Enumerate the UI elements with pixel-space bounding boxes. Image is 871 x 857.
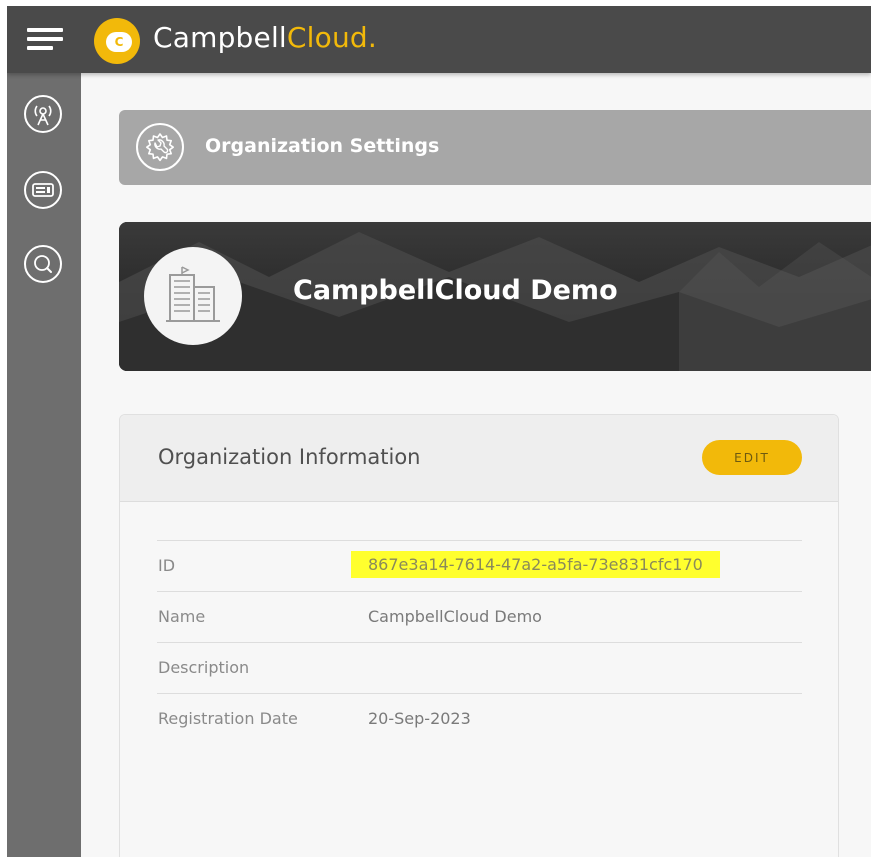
datalogger-icon[interactable] bbox=[24, 171, 62, 209]
org-info-card: Organization Information EDIT ID 867e3a1… bbox=[119, 414, 839, 857]
section-title: Organization Settings bbox=[205, 135, 440, 157]
top-bar: C CampbellCloud. bbox=[7, 6, 871, 73]
org-hero-banner: CampbellCloud Demo bbox=[119, 222, 871, 371]
table-row: Name CampbellCloud Demo bbox=[157, 591, 802, 643]
table-row: Description bbox=[157, 642, 802, 694]
field-value-registration-date: 20-Sep-2023 bbox=[368, 709, 471, 728]
main-content: Organization Settings CampbellCloud Demo… bbox=[81, 73, 871, 857]
brand-accent: Cloud bbox=[286, 21, 368, 54]
table-row: ID 867e3a14-7614-47a2-a5fa-73e831cfc170 bbox=[157, 540, 802, 592]
search-icon[interactable] bbox=[24, 245, 62, 283]
app-window: C CampbellCloud. Organization Settings C… bbox=[7, 6, 871, 857]
field-value-id: 867e3a14-7614-47a2-a5fa-73e831cfc170 bbox=[351, 551, 720, 578]
card-title: Organization Information bbox=[158, 445, 421, 469]
field-label: Name bbox=[158, 607, 206, 626]
field-value-name: CampbellCloud Demo bbox=[368, 607, 542, 626]
campbell-logo-icon[interactable]: C bbox=[94, 18, 140, 64]
hamburger-icon[interactable] bbox=[27, 28, 63, 50]
gear-wrench-icon bbox=[135, 122, 185, 172]
edit-button[interactable]: EDIT bbox=[702, 440, 802, 475]
field-label: Description bbox=[158, 658, 250, 677]
logo-letter: C bbox=[106, 32, 132, 52]
brand-primary: Campbell bbox=[153, 21, 287, 54]
section-header: Organization Settings bbox=[119, 110, 871, 185]
left-sidebar bbox=[7, 73, 81, 857]
table-row: Registration Date 20-Sep-2023 bbox=[157, 693, 802, 745]
brand-name[interactable]: CampbellCloud. bbox=[153, 19, 377, 57]
field-label: Registration Date bbox=[158, 709, 298, 728]
antenna-tower-icon[interactable] bbox=[24, 95, 62, 133]
brand-dot: . bbox=[367, 21, 378, 54]
org-name-heading: CampbellCloud Demo bbox=[293, 275, 618, 306]
field-label: ID bbox=[158, 556, 176, 575]
building-icon bbox=[166, 266, 220, 322]
org-avatar bbox=[144, 247, 242, 345]
card-header: Organization Information EDIT bbox=[120, 415, 838, 502]
